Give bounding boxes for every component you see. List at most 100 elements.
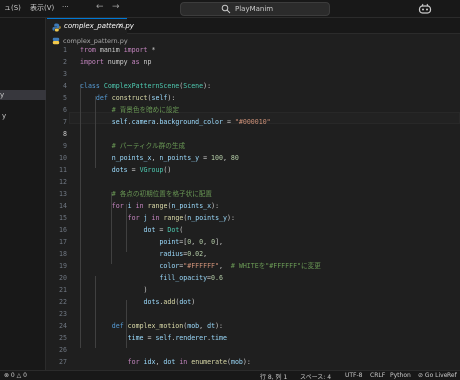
code-text: import numpy as np <box>80 58 152 66</box>
code-line: 26 <box>47 344 460 356</box>
code-text: for i in range(n_points_x): <box>111 202 220 210</box>
line-number: 25 <box>59 334 67 342</box>
line-number: 16 <box>59 226 67 234</box>
code-text: # パーティクル群の生成 <box>111 142 186 150</box>
code-text: dots.add(dot) <box>143 298 196 306</box>
line-number: 19 <box>59 262 67 270</box>
code-text: ) <box>80 286 148 294</box>
code-line: 22 dots.add(dot) <box>47 296 460 308</box>
sidebar-selected-row[interactable] <box>0 90 46 100</box>
forward-icon[interactable]: → <box>112 2 120 12</box>
code-text: # 各点の初期位置を格子状に配置 <box>111 190 213 198</box>
python-file-icon <box>52 37 60 45</box>
code-line: 25 time = self.renderer.time <box>47 332 460 344</box>
code-line: 5 def construct(self): <box>47 92 460 104</box>
close-icon[interactable]: × <box>117 21 124 30</box>
copilot-icon[interactable] <box>418 3 432 15</box>
line-number: 5 <box>63 94 67 102</box>
code-text: class ComplexPatternScene(Scene): <box>80 82 212 90</box>
code-line: 15 for j in range(n_points_y): <box>47 212 460 224</box>
code-line: 2 import numpy as np <box>47 56 460 68</box>
go-live-button[interactable]: ⊘ Go Live <box>418 372 447 379</box>
sidebar-item[interactable]: y <box>2 112 6 120</box>
code-line: 10 n_points_x, n_points_y = 100, 80 <box>47 152 460 164</box>
tab-bar: complex_pattern.py × <box>47 18 460 34</box>
back-icon[interactable]: ← <box>96 2 104 12</box>
code-text: time = self.renderer.time <box>127 334 227 342</box>
cursor-position[interactable]: 行 8, 列 1 <box>260 372 287 380</box>
code-line: 24 def complex_motion(mob, dt): <box>47 320 460 332</box>
code-line: 11 dots = VGroup() <box>47 164 460 176</box>
code-text: fill_opacity=0.6 <box>159 274 223 282</box>
code-line: 19 color="#FFFFFF", # WHITEを"#FFFFFF"に変更 <box>47 260 460 272</box>
menu-item-view[interactable]: 表示(V) <box>30 3 54 13</box>
code-line: 16 dot = Dot( <box>47 224 460 236</box>
code-text: dots = VGroup() <box>111 166 172 174</box>
code-text: def construct(self): <box>95 94 176 102</box>
line-number: 20 <box>59 274 67 282</box>
code-text: from manim import * <box>80 47 156 54</box>
line-number: 4 <box>63 82 67 90</box>
code-text: color="#FFFFFF", # WHITEを"#FFFFFF"に変更 <box>159 262 321 270</box>
code-line: 9 # パーティクル群の生成 <box>47 140 460 152</box>
ref-indicator[interactable]: Ref <box>447 372 457 379</box>
line-number: 18 <box>59 250 67 258</box>
line-number: 15 <box>59 214 67 222</box>
code-line: 23 <box>47 308 460 320</box>
title-bar: ュ(S) 表示(V) ··· ← → PlayManim <box>0 0 460 18</box>
menu-item-s[interactable]: ュ(S) <box>4 3 21 13</box>
line-number: 14 <box>59 202 67 210</box>
breadcrumb: complex_pattern.py <box>47 35 460 47</box>
code-line: 3 <box>47 68 460 80</box>
sidebar-item[interactable]: y <box>0 91 4 99</box>
problems-indicator[interactable]: ⊗ 0 △ 0 <box>4 372 27 379</box>
code-text: for j in range(n_points_y): <box>127 214 235 222</box>
explorer-sidebar: y y <box>0 18 46 370</box>
code-line: 4 class ComplexPatternScene(Scene): <box>47 80 460 92</box>
code-text: radius=0.02, <box>159 250 208 258</box>
language-mode[interactable]: Python <box>390 372 411 379</box>
code-text: n_points_x, n_points_y = 100, 80 <box>111 154 239 162</box>
encoding-setting[interactable]: UTF-8 <box>345 372 363 379</box>
code-text: for idx, dot in enumerate(mob): <box>127 358 251 366</box>
code-line: 18 radius=0.02, <box>47 248 460 260</box>
line-number: 2 <box>63 58 67 66</box>
line-number: 3 <box>63 70 67 78</box>
code-line: 27 for idx, dot in enumerate(mob): <box>47 356 460 368</box>
breadcrumb-file[interactable]: complex_pattern.py <box>63 37 128 45</box>
status-bar: ⊗ 0 △ 0 行 8, 列 1 スペース: 4 UTF-8 CRLF Pyth… <box>0 370 460 380</box>
indentation-setting[interactable]: スペース: 4 <box>300 372 331 380</box>
line-number: 8 <box>63 130 67 138</box>
command-center-search[interactable]: PlayManim <box>180 2 330 16</box>
code-line: 1 from manim import * <box>47 47 460 56</box>
line-number: 1 <box>63 47 67 54</box>
line-number: 24 <box>59 322 67 330</box>
code-line: 13 # 各点の初期位置を格子状に配置 <box>47 188 460 200</box>
eol-setting[interactable]: CRLF <box>370 372 385 379</box>
line-number: 26 <box>59 346 67 354</box>
code-line: 7 self.camera.background_color = "#00001… <box>47 116 460 128</box>
line-number: 21 <box>59 286 67 294</box>
line-number: 27 <box>59 358 67 366</box>
line-number: 13 <box>59 190 67 198</box>
code-line: 8 <box>47 128 460 140</box>
line-number: 10 <box>59 154 67 162</box>
code-editor[interactable]: 1 from manim import * 2 import numpy as np… <box>47 47 460 370</box>
line-number: 23 <box>59 310 67 318</box>
code-line: 14 for i in range(n_points_x): <box>47 200 460 212</box>
python-file-icon <box>52 23 61 32</box>
code-line: 20 fill_opacity=0.6 <box>47 272 460 284</box>
search-icon <box>221 4 231 14</box>
code-text: dot = Dot( <box>143 226 184 234</box>
code-text: point=[0, 0, 0], <box>159 238 224 246</box>
code-text: # 背景色を暗めに設定 <box>111 106 180 114</box>
tab-complex-pattern[interactable]: complex_pattern.py × <box>47 18 134 34</box>
code-line: 21 ) <box>47 284 460 296</box>
line-number: 6 <box>63 106 67 114</box>
line-number: 9 <box>63 142 67 150</box>
code-line: 6 # 背景色を暗めに設定 <box>47 104 460 116</box>
menu-more[interactable]: ··· <box>62 3 69 11</box>
line-number: 22 <box>59 298 67 306</box>
line-number: 12 <box>59 178 67 186</box>
line-number: 11 <box>59 166 67 174</box>
